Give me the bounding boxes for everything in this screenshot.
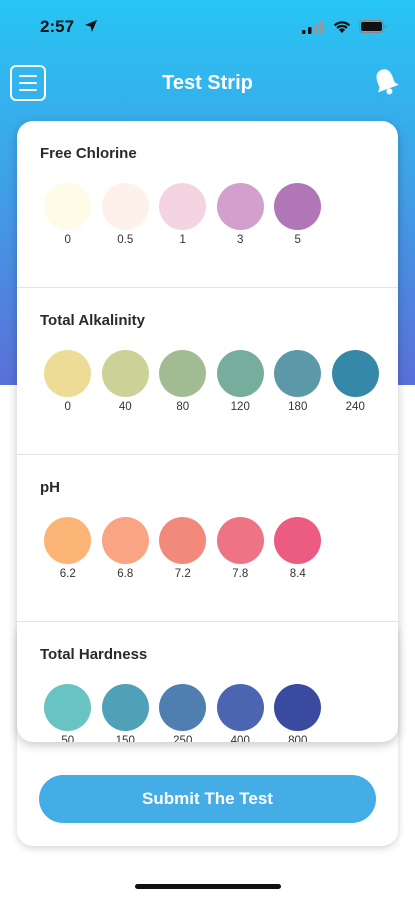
color-swatch-option[interactable]: 6.2 — [39, 517, 97, 580]
color-swatch-option[interactable]: 400 — [212, 684, 270, 742]
section-title: Total Alkalinity — [40, 312, 146, 329]
swatch-color-circle[interactable] — [159, 183, 207, 230]
swatch-value-label: 120 — [230, 401, 250, 413]
color-swatch-option[interactable]: 8.4 — [269, 517, 327, 580]
bell-icon[interactable] — [371, 66, 401, 98]
swatch-value-label: 250 — [173, 735, 193, 742]
location-arrow-icon — [85, 20, 97, 32]
top-bar: Test Strip — [0, 60, 415, 108]
swatch-color-circle[interactable] — [274, 684, 322, 731]
status-bar: 2:57 — [0, 0, 415, 52]
swatch-value-label: 8.4 — [289, 568, 306, 580]
color-swatch-option[interactable]: 240 — [327, 350, 385, 413]
color-swatch-option[interactable]: 80 — [154, 350, 212, 413]
swatch-color-circle[interactable] — [216, 183, 264, 230]
color-swatch-option[interactable]: 800 — [269, 684, 327, 742]
swatch-value-label: 6.2 — [59, 568, 76, 580]
color-swatch-option[interactable]: 40 — [97, 350, 155, 413]
section-ph: pH 6.2 6.8 7.2 7.8 8.4 — [17, 455, 398, 622]
swatch-value-label: 0 — [64, 234, 71, 246]
swatch-value-label: 5 — [294, 234, 301, 246]
swatch-color-circle[interactable] — [331, 350, 379, 397]
swatch-value-label: 150 — [115, 735, 135, 742]
swatch-color-circle[interactable] — [101, 684, 149, 731]
color-swatch-option[interactable]: 0 — [39, 350, 97, 413]
swatch-color-circle[interactable] — [274, 517, 322, 564]
swatch-value-label: 240 — [345, 401, 365, 413]
swatch-value-label: 7.8 — [232, 568, 249, 580]
swatch-value-label: 50 — [61, 735, 75, 742]
swatch-value-label: 6.8 — [117, 568, 134, 580]
color-swatch-option[interactable]: 7.2 — [154, 517, 212, 580]
status-time: 2:57 — [40, 17, 75, 36]
battery-icon — [359, 20, 387, 33]
color-swatch-option[interactable]: 1 — [154, 183, 212, 246]
swatch-color-circle[interactable] — [101, 183, 149, 230]
section-title: Total Hardness — [40, 646, 148, 663]
color-swatch-option[interactable]: 50 — [39, 684, 97, 742]
swatch-value-label: 40 — [118, 401, 132, 413]
swatch-value-label: 0 — [64, 401, 71, 413]
swatch-color-circle[interactable] — [101, 350, 149, 397]
color-swatch-option[interactable]: 150 — [97, 684, 155, 742]
swatch-color-circle[interactable] — [44, 183, 92, 230]
swatch-value-label: 0.5 — [117, 234, 134, 246]
swatch-color-circle[interactable] — [44, 350, 92, 397]
section-free-chlorine: Free Chlorine 0 0.5 1 3 5 — [17, 121, 398, 288]
color-swatch-option[interactable]: 0.5 — [97, 183, 155, 246]
color-swatch-option[interactable]: 3 — [212, 183, 270, 246]
swatch-value-label: 1 — [179, 234, 186, 246]
swatch-color-circle[interactable] — [159, 517, 207, 564]
swatch-row: 6.2 6.8 7.2 7.8 8.4 — [39, 517, 327, 580]
color-swatch-option[interactable]: 250 — [154, 684, 212, 742]
swatch-row: 50 150 250 400 800 — [39, 684, 327, 742]
submit-test-button[interactable]: Submit The Test — [39, 775, 376, 823]
swatch-value-label: 180 — [288, 401, 308, 413]
swatch-color-circle[interactable] — [44, 517, 92, 564]
color-swatch-option[interactable]: 120 — [212, 350, 270, 413]
swatch-value-label: 80 — [176, 401, 190, 413]
home-indicator[interactable] — [135, 884, 281, 889]
swatch-color-circle[interactable] — [216, 350, 264, 397]
swatch-value-label: 800 — [288, 735, 308, 742]
swatch-row: 0 0.5 1 3 5 — [39, 183, 327, 246]
color-swatch-option[interactable]: 5 — [269, 183, 327, 246]
swatch-color-circle[interactable] — [101, 517, 149, 564]
swatch-color-circle[interactable] — [44, 684, 92, 731]
section-total-hardness: Total Hardness 50 150 250 400 800 — [17, 622, 398, 742]
page-title: Test Strip — [162, 72, 253, 94]
swatch-color-circle[interactable] — [159, 684, 207, 731]
swatch-color-circle[interactable] — [216, 684, 264, 731]
color-swatch-option[interactable]: 7.8 — [212, 517, 270, 580]
swatch-color-circle[interactable] — [159, 350, 207, 397]
color-swatch-option[interactable]: 6.8 — [97, 517, 155, 580]
test-strip-card: Free Chlorine 0 0.5 1 3 5 Total Alkalinity 0 40 8… — [17, 121, 398, 742]
color-swatch-option[interactable]: 0 — [39, 183, 97, 246]
section-title: Free Chlorine — [40, 145, 137, 162]
swatch-value-label: 3 — [237, 234, 244, 246]
swatch-row: 0 40 80 120 180 240 — [39, 350, 384, 413]
wifi-icon — [333, 21, 351, 33]
swatch-value-label: 7.2 — [174, 568, 191, 580]
section-title: pH — [40, 479, 60, 496]
swatch-color-circle[interactable] — [216, 517, 264, 564]
swatch-color-circle[interactable] — [274, 183, 322, 230]
swatch-color-circle[interactable] — [274, 350, 322, 397]
color-swatch-option[interactable]: 180 — [269, 350, 327, 413]
cellular-signal-icon — [302, 21, 324, 34]
section-total-alkalinity: Total Alkalinity 0 40 80 120 180 240 — [17, 288, 398, 455]
swatch-value-label: 400 — [230, 735, 250, 742]
